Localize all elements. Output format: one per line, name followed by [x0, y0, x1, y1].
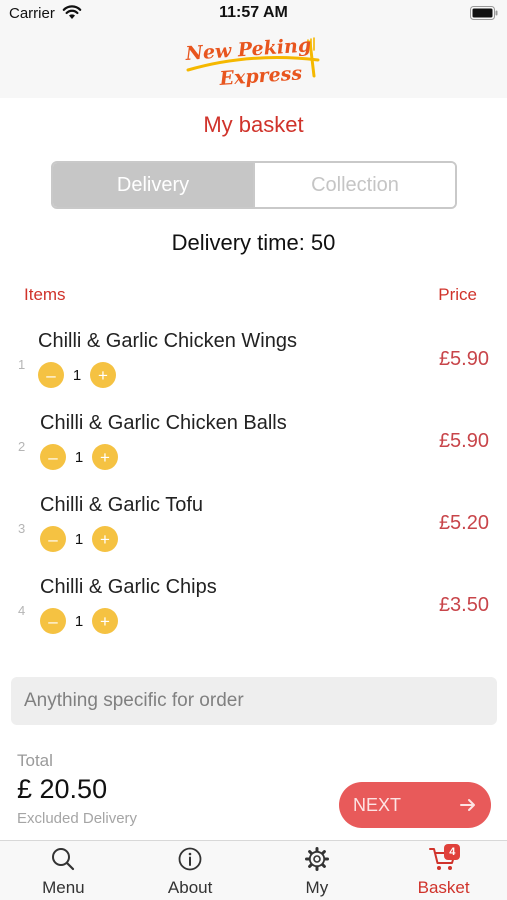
arrow-right-icon	[460, 799, 475, 811]
increase-quantity-button[interactable]: +	[92, 444, 118, 470]
quantity-value: 1	[74, 530, 84, 548]
decrease-quantity-button[interactable]: –	[40, 444, 66, 470]
item-index: 3	[18, 521, 26, 536]
bottom-tab-bar: Menu About My 4 Basket	[0, 840, 507, 900]
gear-icon	[304, 847, 329, 871]
page-title: My basket	[203, 112, 304, 137]
item-price: £5.20	[438, 512, 489, 534]
item-name: Chilli & Garlic Tofu	[40, 494, 204, 516]
info-icon	[178, 847, 202, 871]
basket-item: 4 Chilli & Garlic Chips – 1 + £3.50	[0, 576, 507, 656]
delivery-excluded-note: Excluded Delivery	[17, 810, 138, 827]
decrease-quantity-button[interactable]: –	[40, 608, 66, 634]
brand-logo: New Peking Express	[184, 34, 320, 90]
item-price: £3.50	[438, 594, 489, 616]
clock: 11:57 AM	[219, 4, 288, 21]
next-button[interactable]: NEXT	[339, 782, 491, 828]
tab-about-label: About	[167, 878, 213, 897]
item-index: 4	[18, 603, 26, 618]
quantity-value: 1	[74, 448, 84, 466]
item-name: Chilli & Garlic Chips	[40, 576, 217, 598]
total-label: Total	[17, 751, 53, 770]
tab-menu[interactable]: Menu	[0, 841, 127, 900]
order-type-toggle: Delivery Collection	[51, 161, 457, 209]
tab-my-label: My	[305, 878, 329, 897]
status-bar: Carrier 11:57 AM	[0, 0, 507, 26]
price-column-header: Price	[438, 285, 477, 304]
quantity-value: 1	[72, 366, 82, 384]
items-column-header: Items	[24, 285, 66, 304]
quantity-stepper: – 1 +	[40, 444, 118, 470]
item-name: Chilli & Garlic Chicken Wings	[38, 330, 297, 352]
item-name: Chilli & Garlic Chicken Balls	[40, 412, 287, 434]
cart-count-badge: 4	[444, 844, 461, 860]
battery-icon	[470, 6, 498, 20]
tab-basket[interactable]: 4 Basket	[380, 841, 507, 900]
quantity-stepper: – 1 +	[40, 608, 118, 634]
item-price: £5.90	[438, 348, 489, 370]
tab-my[interactable]: My	[254, 841, 381, 900]
item-price: £5.90	[438, 430, 489, 452]
search-icon	[52, 848, 75, 871]
svg-text:New Peking: New Peking	[184, 34, 312, 65]
collection-option[interactable]: Collection	[253, 163, 455, 207]
quantity-value: 1	[74, 612, 84, 630]
app-header: New Peking Express	[0, 26, 507, 98]
quantity-stepper: – 1 +	[38, 362, 116, 388]
basket-item: 3 Chilli & Garlic Tofu – 1 + £5.20	[0, 494, 507, 574]
decrease-quantity-button[interactable]: –	[40, 526, 66, 552]
decrease-quantity-button[interactable]: –	[38, 362, 64, 388]
order-notes-input[interactable]	[11, 677, 497, 725]
increase-quantity-button[interactable]: +	[92, 608, 118, 634]
item-index: 2	[18, 439, 26, 454]
tab-menu-label: Menu	[42, 878, 85, 897]
next-button-label: NEXT	[353, 794, 402, 815]
total-amount: £ 20.50	[17, 774, 108, 804]
delivery-option[interactable]: Delivery	[53, 163, 253, 207]
basket-item: 1 Chilli & Garlic Chicken Wings – 1 + £5…	[0, 330, 507, 410]
tab-about[interactable]: About	[127, 841, 254, 900]
quantity-stepper: – 1 +	[40, 526, 118, 552]
tab-basket-label: Basket	[417, 878, 470, 897]
item-index: 1	[18, 357, 26, 372]
basket-item: 2 Chilli & Garlic Chicken Balls – 1 + £5…	[0, 412, 507, 492]
increase-quantity-button[interactable]: +	[90, 362, 116, 388]
delivery-time-text: Delivery time: 50	[171, 230, 336, 255]
increase-quantity-button[interactable]: +	[92, 526, 118, 552]
svg-text:Express: Express	[218, 62, 303, 90]
